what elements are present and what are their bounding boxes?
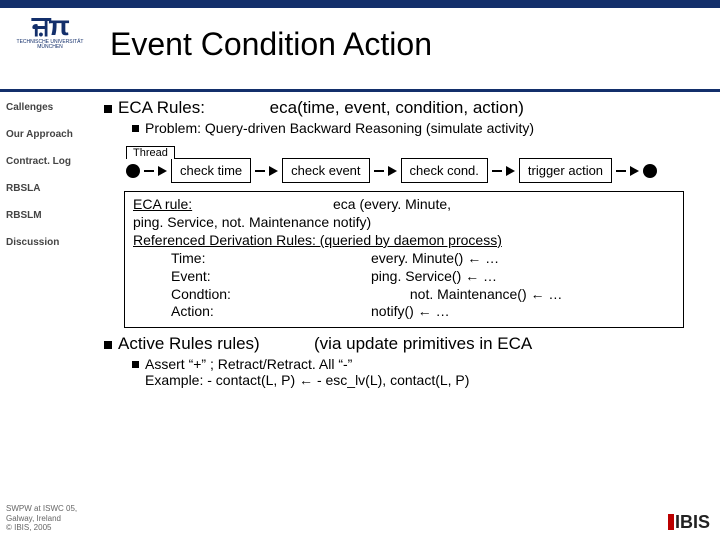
connector xyxy=(144,170,154,172)
bullet-icon xyxy=(104,105,112,113)
assert-line1: Assert “+” ; Retract/Retract. All “-” xyxy=(145,356,712,372)
sidebar-item-contractlog[interactable]: Contract. Log xyxy=(6,156,94,167)
ref-row-condition: Condtion: not. Maintenance() ← … xyxy=(133,286,675,304)
stage-trigger-action: trigger action xyxy=(519,158,612,183)
stage-check-cond: check cond. xyxy=(401,158,488,183)
eca-rules-sig: eca(time, event, condition, action) xyxy=(270,98,524,117)
ibis-logo-text: IBIS xyxy=(675,512,710,532)
thread-label: Thread xyxy=(126,146,175,159)
ref-val: every. Minute() ← … xyxy=(371,250,675,268)
example-ref-title: Referenced Derivation Rules: (queried by… xyxy=(133,232,675,250)
connector xyxy=(616,170,626,172)
ref-row-action: Action: notify() ← … xyxy=(133,303,675,321)
body-layout: Callenges Our Approach Contract. Log RBS… xyxy=(0,92,720,537)
ref-key: Condtion: xyxy=(171,286,371,304)
eca-rules-label: ECA Rules: xyxy=(118,98,205,117)
sidebar: Callenges Our Approach Contract. Log RBS… xyxy=(0,92,100,537)
ref-row-time: Time: every. Minute() ← … xyxy=(133,250,675,268)
example-rule-line2: ping. Service, not. Maintenance notify) xyxy=(133,214,675,232)
sidebar-item-discussion[interactable]: Discussion xyxy=(6,237,94,248)
ref-row-event: Event: ping. Service() ← … xyxy=(133,268,675,286)
stage-check-event: check event xyxy=(282,158,369,183)
problem-text: Problem: Query-driven Backward Reasoning… xyxy=(145,120,534,136)
active-rules-label: Active Rules rules) xyxy=(118,334,308,354)
header-band: ਜ਼π TECHNISCHE UNIVERSITÄT MÜNCHEN Event… xyxy=(0,0,720,92)
connector xyxy=(374,170,384,172)
sidebar-item-challenges[interactable]: Callenges xyxy=(6,102,94,113)
connector xyxy=(255,170,265,172)
arrow-right-icon xyxy=(269,166,278,176)
end-node-icon xyxy=(643,164,657,178)
eca-rules-row: ECA Rules: eca(time, event, condition, a… xyxy=(104,98,712,118)
assert-line2: Example: - contact(L, P) ← - esc_lv(L), … xyxy=(145,372,712,388)
arrow-right-icon xyxy=(630,166,639,176)
tum-logo-subtext: TECHNISCHE UNIVERSITÄT MÜNCHEN xyxy=(10,40,90,50)
start-node-icon xyxy=(126,164,140,178)
active-rules-desc: (via update primitives in ECA xyxy=(314,334,532,354)
bullet-icon xyxy=(104,341,112,349)
sidebar-item-rbslm[interactable]: RBSLM xyxy=(6,210,94,221)
bullet-icon xyxy=(132,361,139,368)
content: ECA Rules: eca(time, event, condition, a… xyxy=(100,92,720,537)
bullet-icon xyxy=(132,125,139,132)
sidebar-item-rbsla[interactable]: RBSLA xyxy=(6,183,94,194)
slide-title: Event Condition Action xyxy=(110,26,432,63)
example-rule-line1: ECA rule: eca (every. Minute, xyxy=(133,196,675,214)
arrow-right-icon xyxy=(388,166,397,176)
example-rule-rhs: eca (every. Minute, xyxy=(333,196,675,214)
ref-val: not. Maintenance() ← … xyxy=(371,286,675,304)
footer-venue: SWPW at ISWC 05, Galway, Ireland xyxy=(6,504,100,523)
ibis-logo-bar-icon xyxy=(668,514,674,530)
stage-check-time: check time xyxy=(171,158,251,183)
thread-pipeline: check time check event check cond. trigg… xyxy=(126,158,686,183)
sidebar-item-approach[interactable]: Our Approach xyxy=(6,129,94,140)
tum-logo-glyph: ਜ਼π xyxy=(32,14,68,38)
footer-left: SWPW at ISWC 05, Galway, Ireland © IBIS,… xyxy=(6,504,100,533)
ref-key: Action: xyxy=(171,303,371,321)
assert-row: Assert “+” ; Retract/Retract. All “-” Ex… xyxy=(132,356,712,388)
thread-diagram: Thread check time check event check cond… xyxy=(126,142,686,183)
ref-key: Time: xyxy=(171,250,371,268)
example-rule-label: ECA rule: xyxy=(133,196,192,212)
arrow-right-icon xyxy=(158,166,167,176)
problem-row: Problem: Query-driven Backward Reasoning… xyxy=(132,120,712,136)
example-box: ECA rule: eca (every. Minute, ping. Serv… xyxy=(124,191,684,328)
active-rules-row: Active Rules rules) (via update primitiv… xyxy=(104,334,712,354)
arrow-right-icon xyxy=(506,166,515,176)
footer-copyright: © IBIS, 2005 xyxy=(6,523,100,533)
ibis-logo: IBIS xyxy=(668,512,710,533)
ref-val: notify() ← … xyxy=(371,303,675,321)
connector xyxy=(492,170,502,172)
ref-key: Event: xyxy=(171,268,371,286)
ref-val: ping. Service() ← … xyxy=(371,268,675,286)
tum-logo: ਜ਼π TECHNISCHE UNIVERSITÄT MÜNCHEN xyxy=(10,14,90,84)
